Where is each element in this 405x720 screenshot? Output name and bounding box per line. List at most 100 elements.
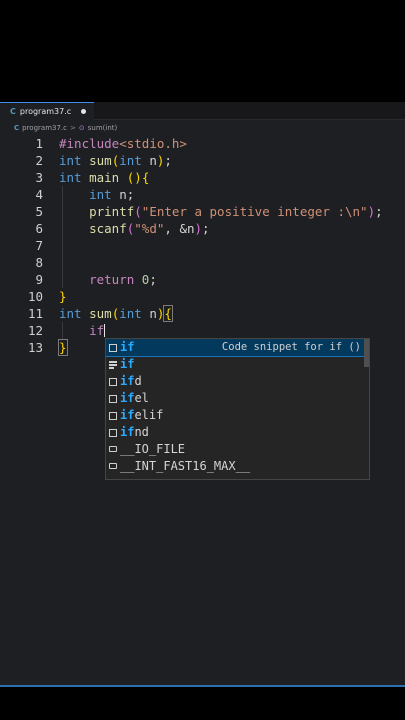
snippet-icon (109, 412, 117, 420)
code-line[interactable]: 9 return 0; (0, 271, 405, 288)
line-content: #include<stdio.h> (59, 135, 187, 152)
code-token: { (141, 170, 150, 185)
code-line[interactable]: 8 (0, 254, 405, 271)
breadcrumb-separator: > (70, 124, 76, 132)
code-line[interactable]: 12 if (0, 322, 405, 339)
code-token: n; (111, 187, 135, 202)
suggestion-item[interactable]: if Code snippet for if () (106, 339, 369, 357)
code-token: } (58, 339, 68, 356)
suggestion-label: el (134, 391, 149, 405)
code-token: n (141, 306, 157, 321)
code-token: int (119, 306, 142, 321)
status-bar-edge (0, 685, 405, 687)
line-number: 8 (35, 255, 43, 270)
code-token: main (89, 170, 120, 185)
text-cursor (104, 324, 106, 337)
tab-bar: C program37.c (0, 102, 405, 120)
code-token: sum (89, 306, 112, 321)
suggestion-item[interactable]: ifel (106, 390, 369, 407)
line-number: 3 (35, 170, 43, 185)
code-token: ) (194, 221, 203, 236)
code-token: , &n (164, 221, 195, 236)
code-line[interactable]: 7 (0, 237, 405, 254)
suggestion-match: if (120, 425, 135, 439)
line-number: 10 (27, 289, 43, 304)
code-token: int (59, 306, 82, 321)
line-number: 9 (35, 272, 43, 287)
suggestion-match: if (120, 408, 135, 422)
code-token: ; (375, 204, 383, 219)
suggestion-item[interactable]: if (106, 356, 369, 373)
code-token: if (89, 323, 105, 338)
suggestion-match: if (120, 357, 135, 371)
suggestion-label: nd (134, 425, 149, 439)
suggestion-match: if (120, 374, 135, 388)
line-content: int sum(int n); (59, 152, 172, 169)
breadcrumb-symbol[interactable]: sum(int) (88, 124, 118, 132)
editor-window: C program37.c C program37.c > ⊙ sum(int)… (0, 102, 405, 685)
code-line[interactable]: 2 int sum(int n); (0, 152, 405, 169)
suggestion-item[interactable]: ifd (106, 373, 369, 390)
tab-program37[interactable]: C program37.c (0, 102, 95, 120)
line-content: int n; (59, 186, 134, 203)
code-token: int (89, 187, 112, 202)
snippet-icon (109, 378, 117, 386)
code-token: ; (164, 153, 172, 168)
suggestion-item[interactable]: ifnd (106, 424, 369, 441)
code-line[interactable]: 6 scanf("%d", &n); (0, 220, 405, 237)
code-line[interactable]: 5 printf("Enter a positive integer :\n")… (0, 203, 405, 220)
snippet-icon (109, 395, 117, 403)
code-token: ( (134, 204, 142, 219)
suggestion-scrollbar[interactable] (364, 339, 369, 367)
breadcrumb-file[interactable]: program37.c (22, 124, 67, 132)
code-line[interactable]: 3 int main (){ (0, 169, 405, 186)
suggestion-item[interactable]: __INT_FAST16_MAX__ (106, 458, 369, 475)
line-content: return 0; (59, 271, 157, 288)
code-token: "%d" (134, 221, 165, 236)
line-number: 4 (35, 187, 43, 202)
code-line[interactable]: 4 int n; (0, 186, 405, 203)
code-token: n (141, 153, 157, 168)
code-token: scanf (89, 221, 127, 236)
line-number: 11 (27, 306, 43, 321)
suggestion-label: elif (134, 408, 164, 422)
breadcrumb: C program37.c > ⊙ sum(int) (0, 121, 117, 135)
code-token: return (89, 272, 135, 287)
snippet-icon (109, 344, 117, 352)
line-content: if (59, 322, 106, 339)
c-file-icon: C (14, 124, 20, 132)
line-number: 7 (35, 238, 43, 253)
line-number: 1 (35, 136, 43, 151)
line-number: 2 (35, 153, 43, 168)
line-content: int main (){ (59, 169, 149, 186)
suggestion-item[interactable]: __IO_FILE (106, 441, 369, 458)
tab-label: program37.c (19, 107, 72, 116)
code-line[interactable]: 1 #include<stdio.h> (0, 135, 405, 152)
code-line[interactable]: 11 int sum(int n){ (0, 305, 405, 322)
indent-guide (62, 254, 63, 271)
suggestion-match: if (120, 391, 135, 405)
snippet-icon (109, 429, 117, 437)
c-file-icon: C (10, 107, 16, 116)
code-line[interactable]: 10} (0, 288, 405, 305)
variable-icon (109, 463, 117, 469)
code-area[interactable]: 1 #include<stdio.h> 2 int sum(int n); 3 int m… (0, 135, 405, 356)
code-token: "Enter a positive integer :\n" (141, 204, 368, 219)
unsaved-dot-icon[interactable] (81, 109, 87, 114)
suggestion-item[interactable]: ifelif (106, 407, 369, 424)
code-token: ; (202, 221, 210, 236)
line-content: scanf("%d", &n); (59, 220, 210, 237)
line-content: int sum(int n){ (59, 305, 173, 322)
code-token: sum (89, 153, 112, 168)
suggestion-widget[interactable]: if Code snippet for if () if ifd ifel ifelif i… (105, 338, 370, 480)
